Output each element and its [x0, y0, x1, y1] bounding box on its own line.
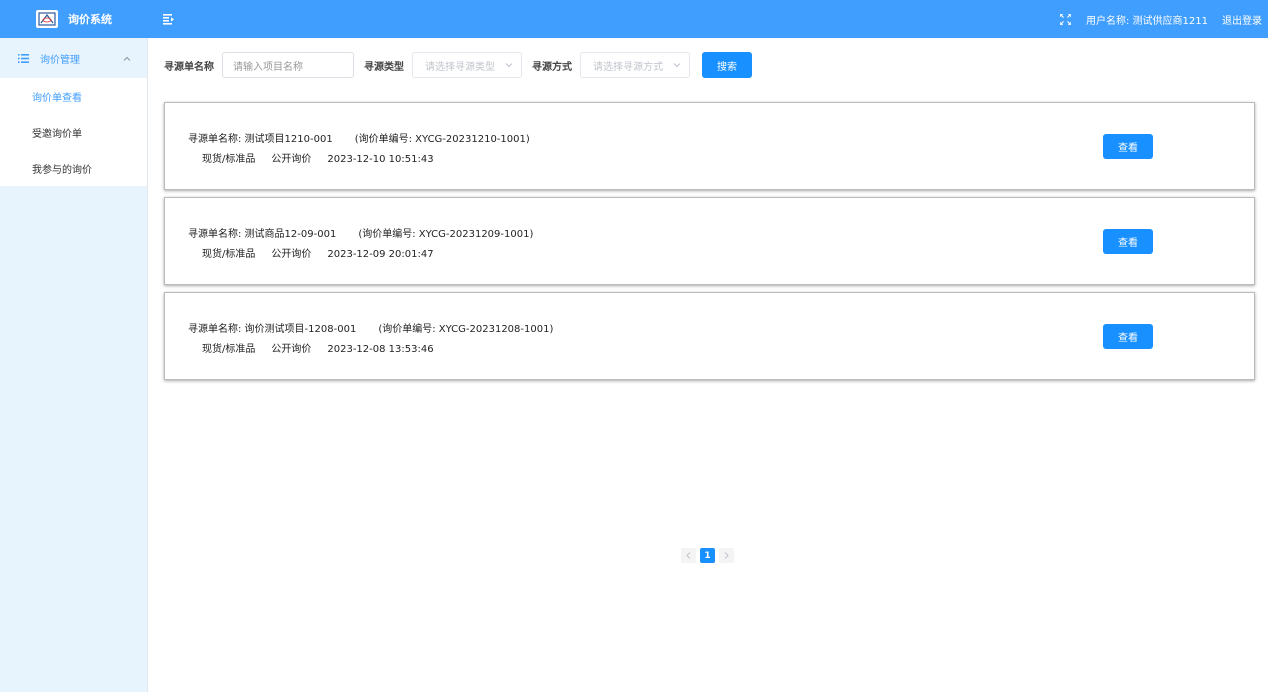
sidebar-item-invited-inquiries[interactable]: 受邀询价单 [0, 114, 147, 150]
chevron-left-icon [686, 552, 691, 559]
sidebar-item-label: 我参与的询价 [32, 164, 92, 176]
top-header: 询价系统 用户名称: 测试供应商1211 退出登录 [0, 0, 1268, 38]
search-button[interactable]: 搜索 [702, 52, 752, 78]
inquiry-method: 公开询价 [271, 249, 312, 260]
pagination: 1 [681, 548, 734, 563]
inquiry-name: 寻源单名称: 询价测试项目-1208-001 [188, 324, 357, 335]
method-filter-placeholder: 请选择寻源方式 [593, 61, 663, 73]
prev-page-button[interactable] [681, 548, 696, 563]
inquiry-code: (询价单编号: XYCG-20231208-1001) [378, 324, 554, 335]
view-button[interactable]: 查看 [1103, 324, 1153, 349]
inquiry-name: 寻源单名称: 测试项目1210-001 [188, 134, 333, 145]
inquiry-method: 公开询价 [271, 154, 312, 165]
card-title-line: 寻源单名称: 询价测试项目-1208-001 (询价单编号: XYCG-20231… [188, 320, 553, 335]
inquiry-code: (询价单编号: XYCG-20231209-1001) [358, 229, 534, 240]
method-filter-label: 寻源方式 [532, 61, 572, 73]
type-filter-label: 寻源类型 [364, 61, 404, 73]
view-button[interactable]: 查看 [1103, 134, 1153, 159]
card-title-line: 寻源单名称: 测试项目1210-001 (询价单编号: XYCG-20231210… [188, 130, 530, 145]
type-filter-select[interactable]: 请选择寻源类型 [412, 52, 522, 78]
logo-icon [36, 10, 58, 28]
inquiry-time: 2023-12-08 13:53:46 [327, 344, 434, 355]
sidebar-item-inquiry-view[interactable]: 询价单查看 [0, 78, 147, 114]
name-filter-placeholder: 请输入项目名称 [233, 61, 303, 73]
sidebar-group-inquiry-management[interactable]: 询价管理 [0, 38, 147, 78]
app-title: 询价系统 [68, 13, 112, 26]
view-button[interactable]: 查看 [1103, 229, 1153, 254]
method-filter-select[interactable]: 请选择寻源方式 [580, 52, 690, 78]
header-actions: 用户名称: 测试供应商1211 退出登录 [1058, 12, 1268, 27]
fullscreen-icon[interactable] [1058, 12, 1072, 26]
type-filter-placeholder: 请选择寻源类型 [425, 61, 495, 73]
inquiry-category: 现货/标准品 [202, 154, 256, 165]
chevron-right-icon [724, 552, 729, 559]
name-filter-input[interactable]: 请输入项目名称 [222, 52, 354, 78]
inquiry-name: 寻源单名称: 测试商品12-09-001 [188, 229, 337, 240]
name-filter-label: 寻源单名称 [164, 61, 214, 73]
inquiry-card: 寻源单名称: 测试商品12-09-001 (询价单编号: XYCG-2023120… [164, 197, 1255, 285]
sidebar-item-label: 受邀询价单 [32, 128, 82, 140]
sidebar-group-label: 询价管理 [40, 54, 80, 66]
brand: 询价系统 [0, 0, 148, 38]
inquiry-time: 2023-12-09 20:01:47 [327, 249, 434, 260]
user-name-label: 用户名称: 测试供应商1211 [1086, 15, 1208, 27]
inquiry-method: 公开询价 [271, 344, 312, 355]
inquiry-code: (询价单编号: XYCG-20231210-1001) [354, 134, 530, 145]
inquiry-time: 2023-12-10 10:51:43 [327, 154, 434, 165]
sidebar-item-my-inquiries[interactable]: 我参与的询价 [0, 150, 147, 186]
sidebar-submenu: 询价单查看 受邀询价单 我参与的询价 [0, 78, 147, 186]
inquiry-card: 寻源单名称: 询价测试项目-1208-001 (询价单编号: XYCG-20231… [164, 292, 1255, 380]
chevron-down-icon [673, 61, 681, 69]
chevron-down-icon [505, 61, 513, 69]
filter-bar: 寻源单名称 请输入项目名称 寻源类型 请选择寻源类型 寻源方式 请选择寻源方式 … [164, 52, 752, 78]
next-page-button[interactable] [719, 548, 734, 563]
card-meta-line: 现货/标准品 公开询价 2023-12-10 10:51:43 [202, 150, 450, 165]
card-meta-line: 现货/标准品 公开询价 2023-12-08 13:53:46 [202, 340, 450, 355]
sidebar-item-label: 询价单查看 [32, 92, 82, 104]
sidebar: 询价管理 询价单查看 受邀询价单 我参与的询价 [0, 38, 148, 692]
logout-link[interactable]: 退出登录 [1222, 12, 1262, 27]
inquiry-category: 现货/标准品 [202, 344, 256, 355]
page-number-button[interactable]: 1 [700, 548, 715, 563]
list-icon [18, 53, 30, 63]
card-meta-line: 现货/标准品 公开询价 2023-12-09 20:01:47 [202, 245, 450, 260]
app-root: 询价系统 用户名称: 测试供应商1211 退出登录 询价管理 询价单查看 受邀询… [0, 0, 1268, 692]
sidebar-toggle-icon[interactable] [162, 12, 176, 26]
chevron-up-icon [123, 54, 131, 62]
main-content: 寻源单名称 请输入项目名称 寻源类型 请选择寻源类型 寻源方式 请选择寻源方式 … [149, 38, 1268, 692]
inquiry-category: 现货/标准品 [202, 249, 256, 260]
card-title-line: 寻源单名称: 测试商品12-09-001 (询价单编号: XYCG-2023120… [188, 225, 533, 240]
inquiry-card: 寻源单名称: 测试项目1210-001 (询价单编号: XYCG-20231210… [164, 102, 1255, 190]
